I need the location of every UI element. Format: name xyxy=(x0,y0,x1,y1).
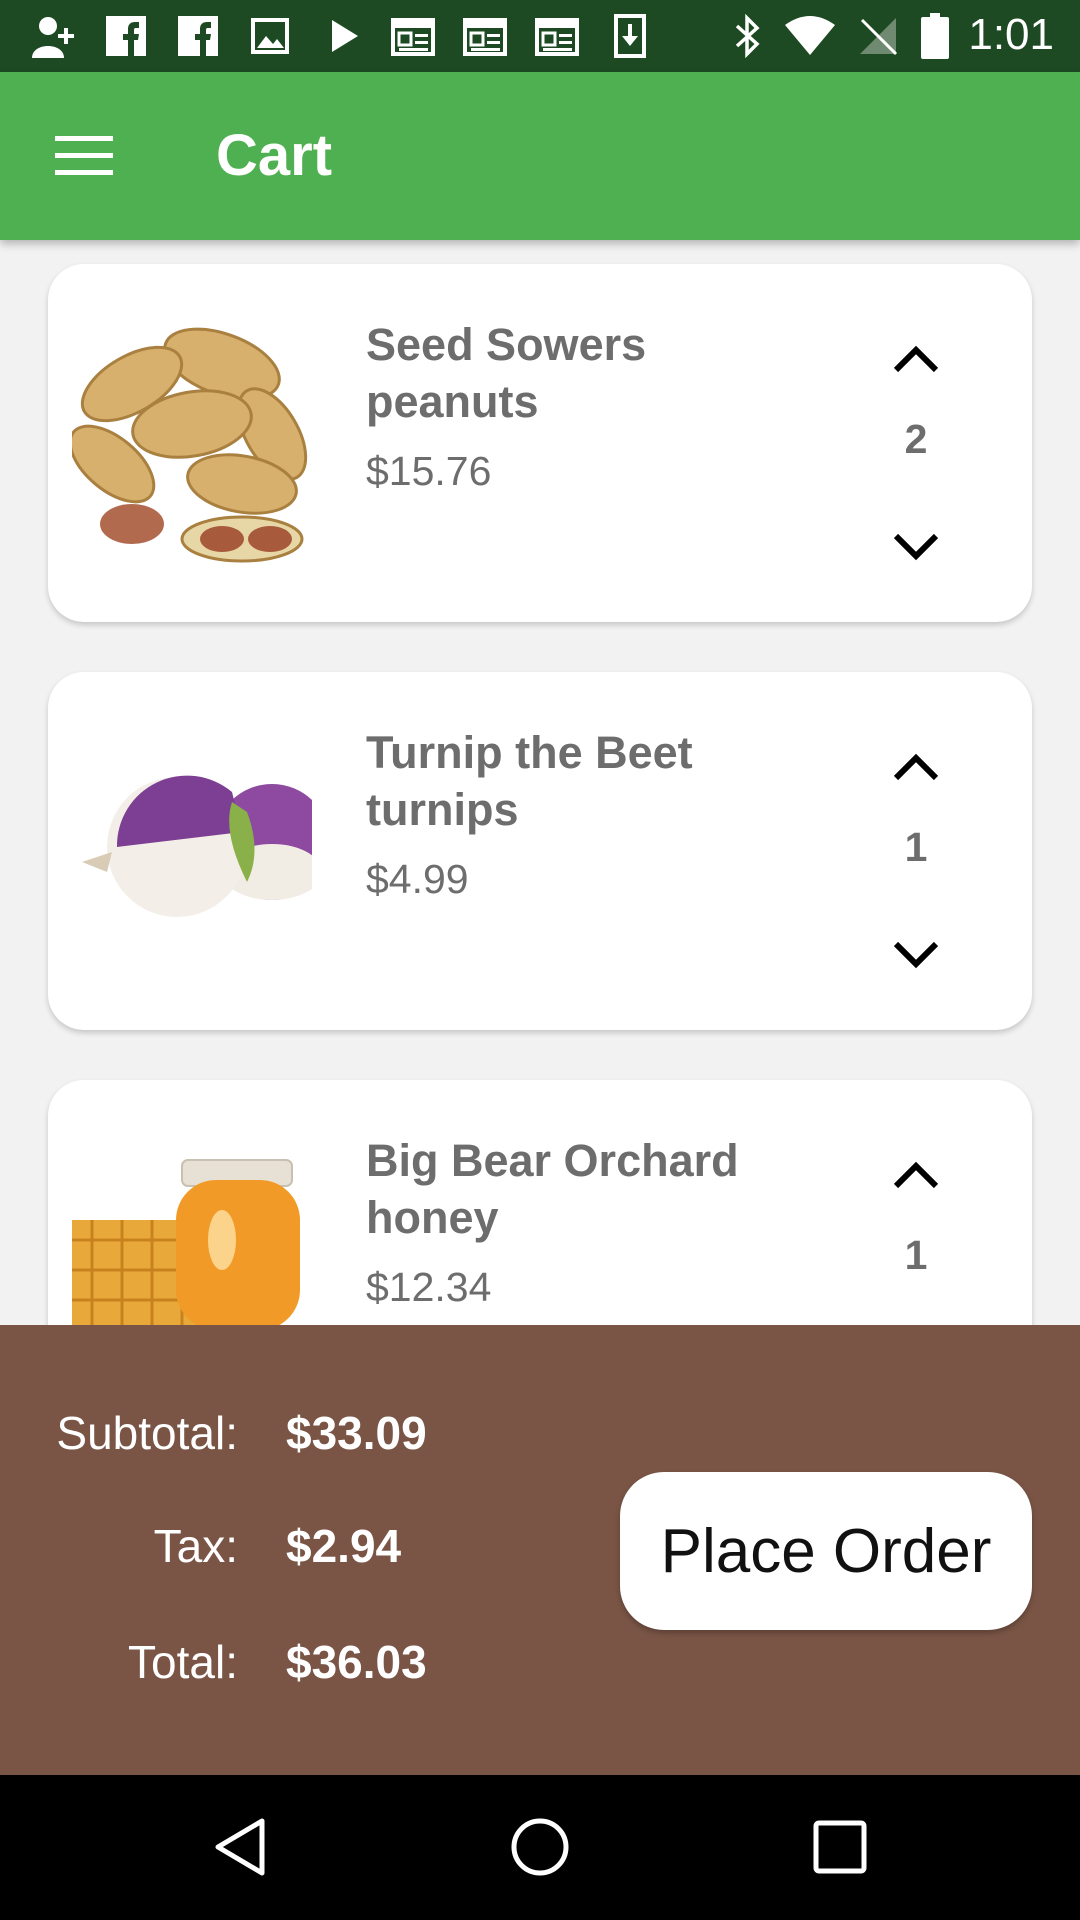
news-icon xyxy=(390,14,436,58)
total-value: $36.03 xyxy=(286,1636,427,1688)
image-icon xyxy=(248,14,292,58)
decrease-quantity-button[interactable] xyxy=(868,510,964,586)
product-price: $15.76 xyxy=(366,448,492,494)
home-button[interactable] xyxy=(480,1799,600,1895)
product-image xyxy=(72,1140,312,1325)
product-name: Turnip the Beet turnips xyxy=(366,727,693,835)
app-bar: Cart xyxy=(0,72,1080,240)
wifi-icon xyxy=(782,14,838,58)
quantity-value: 1 xyxy=(904,824,928,870)
place-order-button[interactable]: Place Order xyxy=(620,1472,1032,1630)
total-label: Total: xyxy=(128,1636,238,1688)
product-price: $4.99 xyxy=(366,856,469,902)
battery-icon xyxy=(920,13,950,59)
chevron-down-icon xyxy=(893,941,939,969)
page-title: Cart xyxy=(216,123,333,188)
decrease-quantity-button[interactable] xyxy=(868,918,964,994)
facebook-icon xyxy=(104,14,148,58)
play-store-icon xyxy=(324,14,364,58)
recents-button[interactable] xyxy=(780,1799,900,1895)
news-icon xyxy=(534,14,580,58)
facebook-icon xyxy=(176,14,220,58)
subtotal-label: Subtotal: xyxy=(56,1407,238,1459)
product-image xyxy=(72,324,312,564)
product-name: Seed Sowers peanuts xyxy=(366,319,647,427)
clock: 1:01 xyxy=(968,10,1054,59)
add-contact-icon xyxy=(28,14,80,58)
product-price: $12.34 xyxy=(366,1264,492,1310)
no-signal-icon xyxy=(856,14,900,58)
tax-label: Tax: xyxy=(153,1520,238,1572)
chevron-up-icon xyxy=(893,753,939,781)
order-summary: Subtotal: $33.09 Tax: $2.94 Total: $36.0… xyxy=(0,1325,1080,1775)
back-button[interactable] xyxy=(180,1799,300,1895)
cart-item-card: Turnip the Beet turnips $4.99 1 xyxy=(48,672,1032,1030)
subtotal-value: $33.09 xyxy=(286,1407,427,1459)
status-bar: 1:01 xyxy=(0,0,1080,72)
download-icon xyxy=(610,14,650,58)
menu-button[interactable] xyxy=(36,118,132,194)
increase-quantity-button[interactable] xyxy=(868,728,964,804)
chevron-up-icon xyxy=(893,1161,939,1189)
navigation-bar xyxy=(0,1775,1080,1920)
chevron-up-icon xyxy=(893,345,939,373)
cart-list[interactable]: Seed Sowers peanuts $15.76 2 Turnip the … xyxy=(0,240,1080,1325)
tax-value: $2.94 xyxy=(286,1520,402,1572)
recents-icon xyxy=(813,1820,867,1874)
home-icon xyxy=(511,1818,569,1876)
news-icon xyxy=(462,14,508,58)
quantity-value: 1 xyxy=(904,1232,928,1278)
back-icon xyxy=(215,1818,265,1876)
chevron-down-icon xyxy=(893,533,939,561)
product-image xyxy=(72,732,312,972)
menu-icon xyxy=(55,136,113,175)
product-name: Big Bear Orchard honey xyxy=(366,1135,739,1243)
cart-item-card: Big Bear Orchard honey $12.34 1 xyxy=(48,1080,1032,1325)
increase-quantity-button[interactable] xyxy=(868,1136,964,1212)
bluetooth-icon xyxy=(730,14,766,58)
quantity-value: 2 xyxy=(904,416,928,462)
cart-item-card: Seed Sowers peanuts $15.76 2 xyxy=(48,264,1032,622)
increase-quantity-button[interactable] xyxy=(868,320,964,396)
